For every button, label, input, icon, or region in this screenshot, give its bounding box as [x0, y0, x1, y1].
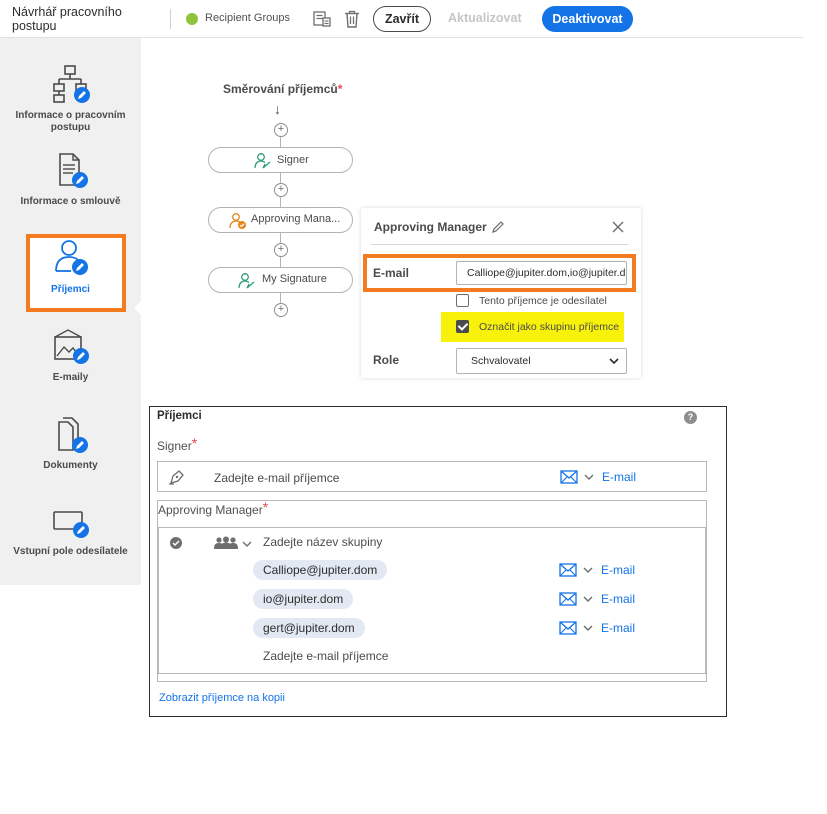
email-label: E-mail: [373, 266, 410, 280]
chevron-down-icon: [609, 358, 619, 365]
envelope-icon: [559, 563, 577, 577]
envelope-icon: [560, 470, 578, 484]
show-cc-link[interactable]: Zobrazit příjemce na kopii: [159, 692, 285, 704]
auth-method-dropdown[interactable]: E-mail: [559, 592, 635, 606]
sender-field-edit-icon: [52, 511, 89, 538]
role-select[interactable]: Schvalovatel: [456, 348, 627, 374]
divider: [371, 244, 628, 245]
chevron-down-icon[interactable]: [242, 540, 252, 548]
status-dot-icon: [186, 13, 198, 25]
approving-manager-label: Approving Manager*: [158, 499, 269, 517]
email-field[interactable]: Calliope@jupiter.dom,io@jupiter.dom,gert…: [456, 261, 627, 285]
group-checkbox-row[interactable]: Označit jako skupinu příjemce: [456, 320, 619, 333]
sidebar: Informace o pracovním postupu Informace …: [0, 38, 141, 585]
connector-line: [280, 137, 281, 147]
member-chip[interactable]: gert@jupiter.dom: [253, 618, 365, 638]
detail-title: Approving Manager: [374, 220, 487, 234]
group-checkbox[interactable]: [456, 320, 469, 333]
close-icon[interactable]: [610, 219, 626, 235]
connector-line: [280, 173, 281, 183]
member-email-input[interactable]: Zadejte e-mail příjemce: [263, 649, 388, 663]
sidebar-item-label: E-maily: [52, 372, 89, 383]
arrow-down-icon: ↓: [274, 101, 281, 117]
sidebar-item-recipients[interactable]: Příjemci: [0, 238, 141, 296]
update-button[interactable]: Aktualizovat: [448, 11, 522, 25]
chevron-down-icon: [583, 567, 593, 573]
group-name-input[interactable]: Zadejte název skupiny: [263, 535, 382, 549]
workflow-tree-icon: [52, 65, 90, 103]
recipients-form: Příjemci ? Signer* Zadejte e-mail příjem…: [149, 406, 727, 717]
active-pointer: [134, 301, 141, 315]
add-step-plus-icon[interactable]: +: [274, 303, 288, 317]
add-step-plus-icon[interactable]: +: [274, 183, 288, 197]
sidebar-item-emails[interactable]: E-maily: [0, 328, 141, 384]
help-icon[interactable]: ?: [684, 411, 697, 424]
pencil-icon[interactable]: [491, 220, 505, 234]
trash-icon[interactable]: [342, 9, 362, 29]
sidebar-item-workflow-info[interactable]: Informace o pracovním postupu: [0, 64, 141, 134]
envelope-icon: [559, 621, 577, 635]
auth-method-dropdown[interactable]: E-mail: [559, 621, 635, 635]
sidebar-item-label: Dokumenty: [43, 460, 98, 471]
signer-person-icon: [254, 153, 271, 169]
connector-line: [280, 233, 281, 243]
recipients-title: Příjemci: [157, 410, 202, 422]
sidebar-item-label: Vstupní pole odesílatele: [13, 546, 128, 557]
envelope-icon: [559, 592, 577, 606]
connector-line: [280, 197, 281, 207]
document-edit-icon: [58, 153, 88, 188]
role-label: Role: [373, 353, 400, 367]
routing-title: Směrování příjemců*: [223, 82, 343, 96]
person-edit-icon: [54, 240, 88, 275]
auth-method-dropdown[interactable]: E-mail: [559, 563, 635, 577]
signer-email-input[interactable]: Zadejte e-mail příjemce: [214, 471, 339, 485]
auth-method-dropdown[interactable]: E-mail: [560, 470, 636, 484]
sender-checkbox[interactable]: [456, 294, 469, 307]
documents-edit-icon: [57, 417, 88, 453]
routing-step-approving-manager[interactable]: Approving Mana...: [208, 207, 353, 233]
member-chip[interactable]: io@jupiter.dom: [253, 589, 354, 609]
top-bar: Návrhář pracovního postupu Recipient Gro…: [0, 0, 803, 38]
signature-pen-icon: [169, 470, 184, 485]
recipient-group-box: Zadejte název skupiny Calliope@jupiter.d…: [158, 527, 706, 674]
add-step-plus-icon[interactable]: +: [274, 123, 288, 137]
toolbar-divider: [170, 9, 171, 29]
chevron-down-icon: [583, 625, 593, 631]
routing-step-my-signature[interactable]: My Signature: [208, 267, 353, 293]
sender-checkbox-row[interactable]: Tento příjemce je odesílatel: [456, 294, 607, 307]
sidebar-item-label: Informace o smlouvě: [20, 196, 121, 207]
signer-person-icon: [238, 273, 255, 289]
chevron-down-icon: [584, 474, 594, 480]
sidebar-item-label: Příjemci: [51, 284, 90, 295]
workflow-name-label: Recipient Groups: [205, 12, 290, 24]
sidebar-item-agreement-info[interactable]: Informace o smlouvě: [0, 152, 141, 208]
sidebar-item-documents[interactable]: Dokumenty: [0, 416, 141, 472]
email-image-edit-icon: [53, 329, 89, 364]
connector-line: [280, 293, 281, 303]
signer-recipient-row: Zadejte e-mail příjemce E-mail: [157, 461, 707, 492]
group-people-icon: [214, 536, 238, 549]
signer-label: Signer*: [157, 435, 198, 453]
sidebar-item-label: Informace o pracovním postupu: [15, 110, 126, 133]
sidebar-item-sender-fields[interactable]: Vstupní pole odesílatele: [0, 506, 141, 558]
app-title: Návrhář pracovního postupu: [12, 5, 122, 33]
routing-step-signer[interactable]: Signer: [208, 147, 353, 173]
check-circle-icon: [170, 537, 182, 549]
member-chip[interactable]: Calliope@jupiter.dom: [253, 560, 388, 580]
approving-manager-section: Approving Manager* Zadejte název skupiny…: [157, 499, 707, 682]
approver-person-icon: [229, 213, 246, 229]
properties-icon[interactable]: [312, 9, 332, 29]
workflow-designer-page: Návrhář pracovního postupu Recipient Gro…: [0, 0, 827, 814]
chevron-down-icon: [583, 596, 593, 602]
add-step-plus-icon[interactable]: +: [274, 243, 288, 257]
connector-line: [280, 257, 281, 267]
recipient-detail-panel: Approving Manager E-mail Calliope@jupite…: [361, 208, 641, 378]
close-button[interactable]: Zavřít: [373, 6, 431, 32]
deactivate-button[interactable]: Deaktivovat: [542, 6, 633, 32]
